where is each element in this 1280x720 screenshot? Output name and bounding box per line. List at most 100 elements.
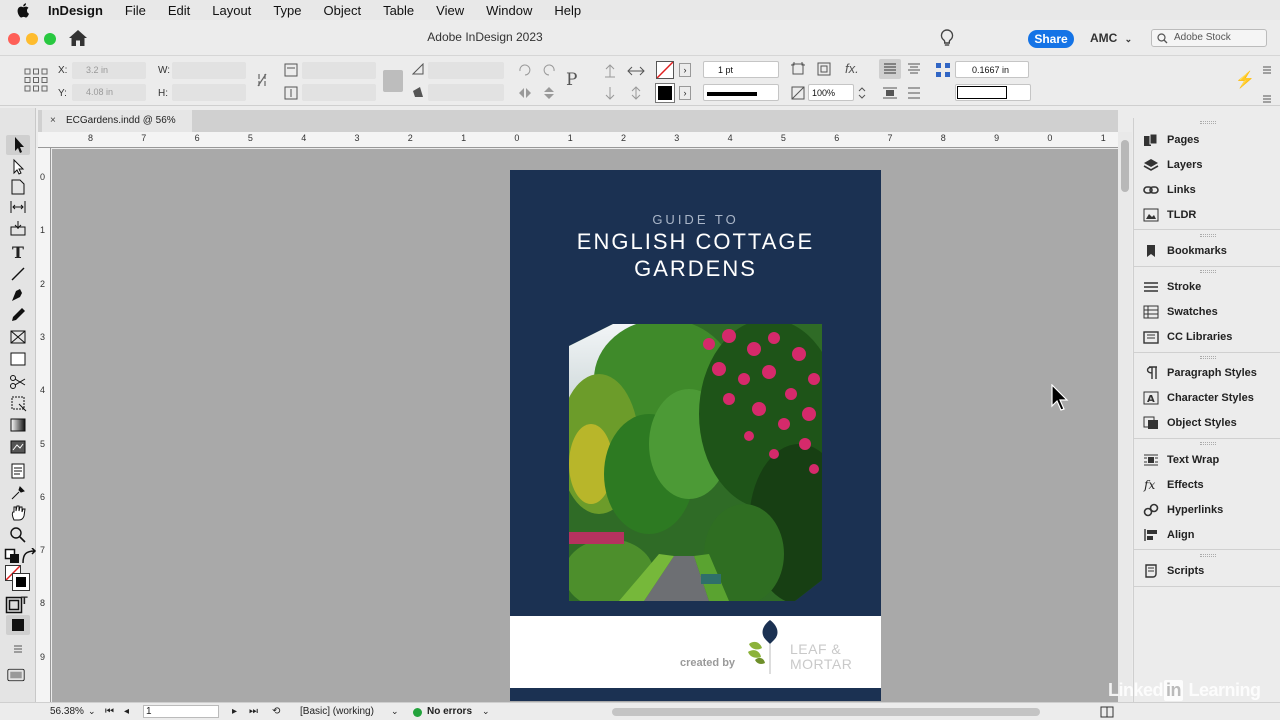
- y-field[interactable]: 4.08 in: [72, 84, 146, 101]
- shear-field[interactable]: [428, 84, 504, 101]
- menu-app-name[interactable]: InDesign: [48, 3, 103, 18]
- pencil-tool-icon[interactable]: [9, 306, 27, 324]
- scale-y-field[interactable]: [302, 84, 376, 101]
- share-button[interactable]: Share: [1028, 30, 1074, 48]
- gap-field[interactable]: 0.1667 in: [955, 61, 1029, 78]
- hand-tool-icon[interactable]: [9, 504, 27, 522]
- lightbulb-icon[interactable]: [938, 28, 956, 48]
- document-page[interactable]: GUIDE TO ENGLISH COTTAGE GARDENS created…: [510, 170, 881, 701]
- select-previous-icon[interactable]: [627, 64, 645, 78]
- eyedropper-tool-icon[interactable]: [9, 484, 27, 502]
- cover-title[interactable]: ENGLISH COTTAGE GARDENS: [510, 228, 881, 282]
- preflight-profile[interactable]: [Basic] (working): [300, 706, 374, 717]
- constrain-proportions-icon[interactable]: [256, 72, 268, 88]
- rectangle-frame-tool-icon[interactable]: [9, 328, 27, 346]
- close-icon[interactable]: ×: [50, 110, 56, 132]
- rotate-cw-icon[interactable]: [517, 62, 533, 76]
- workspace-switcher[interactable]: AMC ⌄: [1090, 31, 1132, 45]
- menu-table[interactable]: Table: [383, 3, 414, 18]
- menu-type[interactable]: Type: [273, 3, 301, 18]
- zoom-tool-icon[interactable]: [9, 526, 27, 544]
- fill-swatch[interactable]: [656, 61, 674, 79]
- next-page-icon[interactable]: ▸: [232, 706, 237, 717]
- content-collector-icon[interactable]: [9, 219, 27, 237]
- page-number-field[interactable]: 1: [143, 705, 219, 718]
- constrain-scale-button[interactable]: [383, 70, 403, 92]
- menu-edit[interactable]: Edit: [168, 3, 190, 18]
- menu-view[interactable]: View: [436, 3, 464, 18]
- adobe-stock-search[interactable]: Adobe Stock: [1151, 29, 1267, 47]
- garden-photo[interactable]: [569, 324, 822, 601]
- menu-window[interactable]: Window: [486, 3, 532, 18]
- align-center-icon[interactable]: [906, 62, 922, 76]
- h-field[interactable]: [172, 84, 246, 101]
- stroke-swatch[interactable]: [655, 83, 675, 103]
- flip-vertical-icon[interactable]: [541, 86, 557, 100]
- stroke-type-select[interactable]: [703, 84, 779, 101]
- lightning-icon[interactable]: ⚡: [1235, 70, 1255, 90]
- screen-mode-icon[interactable]: [7, 666, 25, 684]
- pen-tool-icon[interactable]: [9, 286, 27, 304]
- type-on-path-icon[interactable]: P: [566, 70, 590, 92]
- vertical-scrollbar[interactable]: [1118, 132, 1132, 702]
- direct-selection-icon[interactable]: [9, 158, 27, 176]
- selection-tool-button[interactable]: [6, 135, 30, 155]
- errors-dropdown-chevron-icon[interactable]: ⌄: [482, 706, 490, 717]
- wrap-align-left-button[interactable]: [879, 59, 901, 79]
- fill-stroke-proxy[interactable]: [5, 565, 31, 591]
- last-page-icon[interactable]: ⏭: [249, 706, 258, 717]
- first-page-icon[interactable]: ⏮: [105, 706, 114, 717]
- w-field[interactable]: [172, 62, 246, 79]
- pasteboard[interactable]: GUIDE TO ENGLISH COTTAGE GARDENS created…: [52, 149, 1118, 702]
- line-tool-icon[interactable]: [9, 265, 27, 283]
- menu-object[interactable]: Object: [324, 3, 362, 18]
- frame-fitting-icon[interactable]: [817, 62, 831, 76]
- panel-menu-icon[interactable]: [1261, 64, 1273, 104]
- gradient-feather-tool-icon[interactable]: [9, 438, 27, 456]
- vertical-ruler[interactable]: 0 1 2 3 4 5 6 7 8 9: [36, 148, 51, 702]
- page-tool-icon[interactable]: [9, 178, 27, 196]
- zoom-dropdown-chevron-icon[interactable]: ⌄: [88, 706, 96, 717]
- profile-dropdown-chevron-icon[interactable]: ⌄: [391, 706, 399, 717]
- free-transform-tool-icon[interactable]: [9, 394, 27, 412]
- scissors-tool-icon[interactable]: [9, 373, 27, 391]
- auto-fit-icon[interactable]: [791, 62, 805, 76]
- menu-help[interactable]: Help: [554, 3, 581, 18]
- cover-subtitle[interactable]: GUIDE TO: [510, 212, 881, 227]
- gradient-tool-icon[interactable]: [9, 416, 27, 434]
- cover-footer[interactable]: created by LEAF & MORTAR: [510, 616, 881, 688]
- flip-horizontal-icon[interactable]: [517, 86, 533, 100]
- fx-icon[interactable]: fx.: [845, 61, 859, 76]
- zoom-level[interactable]: 56.38%: [50, 706, 84, 717]
- previous-page-icon[interactable]: ◂: [124, 706, 129, 717]
- opacity-field[interactable]: 100%: [808, 84, 854, 101]
- reference-point-icon[interactable]: [24, 68, 48, 92]
- opacity-stepper-icon[interactable]: [857, 86, 867, 100]
- select-content-icon[interactable]: [603, 86, 617, 100]
- rotate-ccw-icon[interactable]: [541, 62, 557, 76]
- menu-file[interactable]: File: [125, 3, 146, 18]
- stroke-menu-arrow[interactable]: ›: [679, 86, 691, 100]
- select-container-icon[interactable]: [603, 64, 617, 78]
- apple-icon[interactable]: [16, 2, 32, 18]
- x-field[interactable]: 3.2 in: [72, 62, 146, 79]
- align-bottom-icon[interactable]: [906, 86, 922, 100]
- view-mode-icon[interactable]: [9, 640, 27, 658]
- apply-color-button[interactable]: [6, 615, 30, 635]
- type-tool-icon[interactable]: T: [9, 244, 27, 262]
- horizontal-scroll-thumb[interactable]: [612, 708, 1040, 716]
- note-tool-icon[interactable]: [9, 462, 27, 480]
- horizontal-ruler[interactable]: 87654321012345678901234: [38, 132, 1266, 148]
- open-page-icon[interactable]: ⟲: [272, 706, 280, 717]
- rotation-field[interactable]: [428, 62, 504, 79]
- preflight-errors[interactable]: No errors: [427, 706, 472, 717]
- stroke-weight-field[interactable]: 1 pt: [703, 61, 779, 78]
- scale-x-field[interactable]: [302, 62, 376, 79]
- split-window-icon[interactable]: [1100, 706, 1114, 718]
- menu-layout[interactable]: Layout: [212, 3, 251, 18]
- select-next-icon[interactable]: [627, 86, 645, 100]
- object-style-select[interactable]: [955, 84, 1031, 101]
- vertical-scroll-thumb[interactable]: [1121, 140, 1129, 192]
- rectangle-tool-icon[interactable]: [9, 350, 27, 368]
- fill-menu-arrow[interactable]: ›: [679, 63, 691, 77]
